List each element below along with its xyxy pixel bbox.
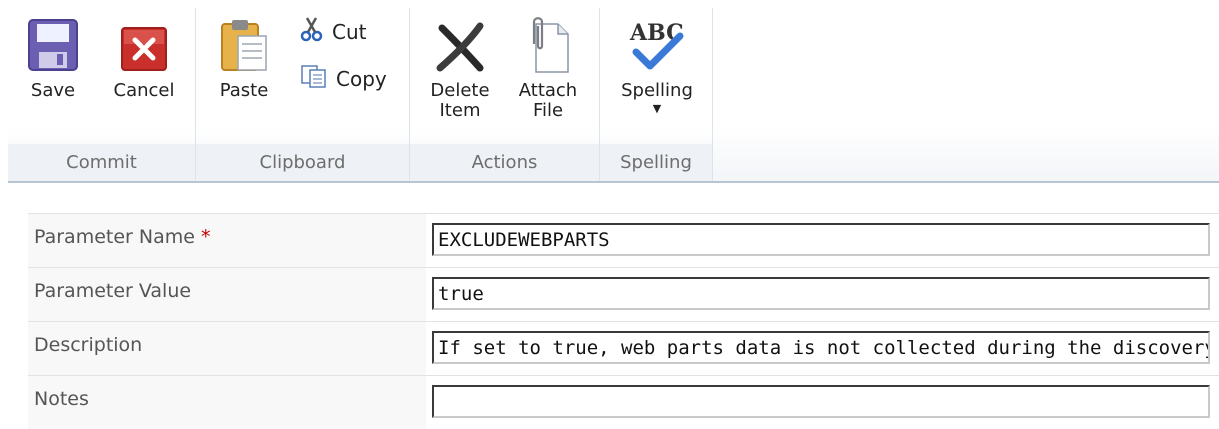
parameter-name-input[interactable]: EXCLUDEWEBPARTS (432, 223, 1210, 256)
spelling-check-icon: ABC (610, 14, 704, 81)
description-input[interactable]: If set to true, web parts data is not co… (432, 331, 1210, 364)
parameter-name-label: Parameter Name (34, 226, 195, 248)
group-label-actions: Actions (410, 144, 599, 181)
delete-label-line2: Item (439, 100, 481, 121)
spelling-label: Spelling (621, 80, 693, 101)
ribbon-group-clipboard: Paste Cut Copy Clipboard (196, 8, 410, 181)
form-row-notes: Notes (28, 375, 1219, 429)
field-label: Parameter Name * (34, 226, 210, 248)
description-label: Description (34, 334, 143, 356)
attach-label-line1: Attach (518, 80, 578, 101)
form-row-parameter-name: Parameter Name * EXCLUDEWEBPARTS (28, 213, 1219, 267)
cut-button[interactable]: Cut (300, 16, 366, 47)
ribbon-group-actions: Delete Item Attach File Actions (410, 8, 600, 181)
delete-label-line1: Delete (430, 80, 490, 101)
parameter-value-label: Parameter Value (34, 280, 192, 302)
attach-file-button[interactable]: Attach File (508, 14, 588, 121)
delete-icon (418, 14, 502, 81)
save-label: Save (30, 80, 76, 101)
paste-icon (206, 14, 282, 81)
notes-label: Notes (34, 388, 89, 410)
cancel-button[interactable]: Cancel (106, 14, 182, 101)
form-row-parameter-value: Parameter Value true (28, 267, 1219, 321)
group-label-spelling: Spelling (600, 144, 712, 181)
scissors-icon (300, 16, 324, 47)
copy-button[interactable]: Copy (300, 64, 387, 93)
ribbon: Save Cancel Commit Paste Cut Copy Clipbo… (8, 0, 1219, 183)
required-marker: * (200, 226, 211, 248)
delete-item-button[interactable]: Delete Item (418, 14, 502, 121)
chevron-down-icon: ▼ (652, 102, 662, 115)
cancel-icon (106, 14, 182, 81)
parameter-value-input[interactable]: true (432, 277, 1210, 310)
ribbon-group-spelling: ABC Spelling ▼ Spelling (600, 8, 713, 181)
cut-label: Cut (332, 19, 367, 44)
attach-icon (508, 14, 588, 81)
paste-label: Paste (219, 80, 269, 101)
save-icon (18, 14, 88, 81)
group-label-commit: Commit (8, 144, 195, 181)
attach-label-line2: File (532, 100, 564, 121)
cancel-label: Cancel (113, 80, 175, 101)
copy-label: Copy (336, 66, 387, 91)
copy-icon (300, 64, 328, 93)
form-row-description: Description If set to true, web parts da… (28, 321, 1219, 375)
spelling-button[interactable]: ABC Spelling ▼ (610, 14, 704, 117)
group-label-clipboard: Clipboard (196, 144, 409, 181)
paste-button[interactable]: Paste (206, 14, 282, 101)
ribbon-group-commit: Save Cancel Commit (8, 8, 196, 181)
save-button[interactable]: Save (18, 14, 88, 101)
notes-input[interactable] (432, 385, 1210, 418)
